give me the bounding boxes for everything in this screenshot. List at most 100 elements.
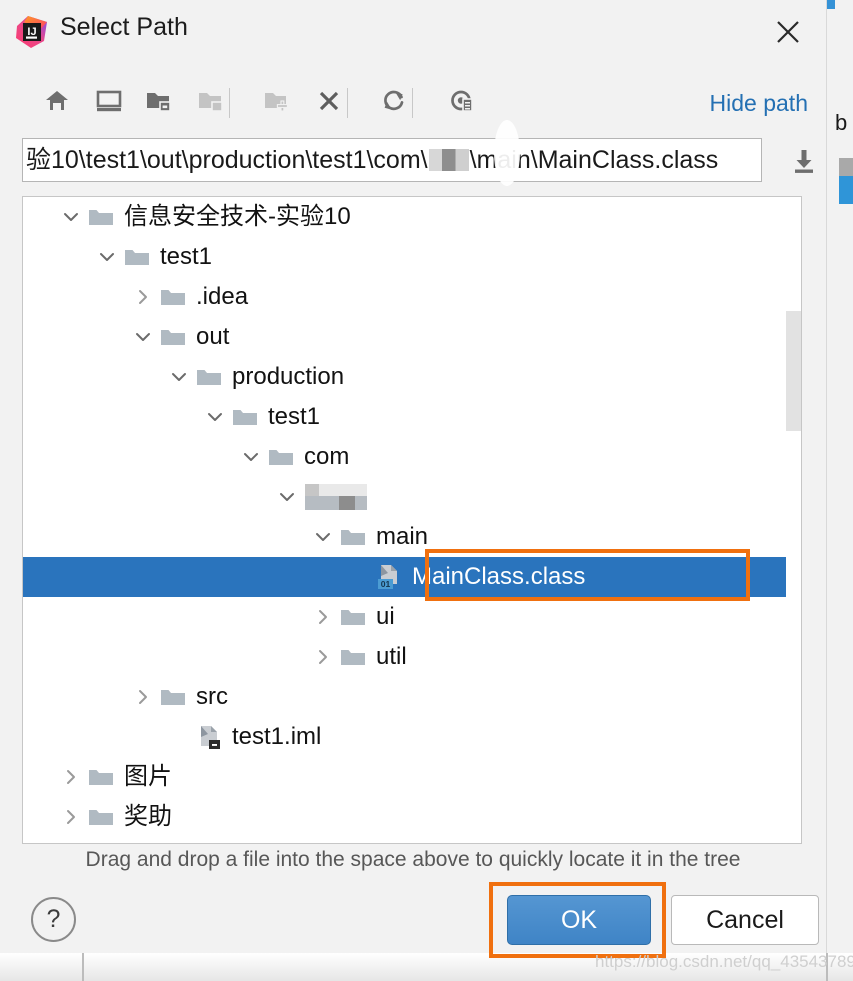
close-icon[interactable] [768,12,808,52]
file-chooser-toolbar: Hide path [0,74,826,134]
folder-add-icon [263,88,291,119]
tree-row[interactable]: 01 MainClass.class [23,557,801,597]
redacted-node [301,477,367,517]
tree-row-label: 奖助 [124,803,172,830]
background-accent-chip [827,0,835,9]
tree-scrollbar[interactable] [786,197,801,843]
folder-icon [157,277,189,317]
chevron-down-icon[interactable] [57,197,85,237]
tree-row-label: MainClass.class [412,563,586,590]
tree-row-label: test1.iml [232,723,322,750]
home-icon [44,88,70,119]
tree-scrollbar-thumb[interactable] [786,311,801,431]
tree-row[interactable] [23,837,801,843]
tree-row-label: main [376,523,429,550]
home-button[interactable] [34,80,80,126]
tree-row-container: 信息安全技术-实验10 test1 .idea out production test1 c… [23,197,801,843]
folder-icon [157,317,189,357]
tree-row-label: production [232,363,345,390]
ok-button[interactable]: OK [507,895,651,945]
tree-row-label: 图片 [124,763,172,790]
folder-icon [193,357,225,397]
new-folder-button [254,80,300,126]
chevron-down-icon[interactable] [273,477,301,517]
tree-row[interactable]: test1.iml [23,717,801,757]
tree-row-label: out [196,323,230,350]
tree-row[interactable]: main [23,517,801,557]
tree-row[interactable]: ui [23,597,801,637]
tree-row-label: util [376,643,407,670]
chevron-right-icon[interactable] [57,757,85,797]
tree-row-label: test1 [268,403,321,430]
chevron-down-icon[interactable] [93,237,121,277]
svg-text:IJ: IJ [27,26,36,38]
folder-icon [337,597,369,637]
tree-row[interactable]: production [23,357,801,397]
folder-icon [85,797,117,837]
close-x-icon [317,89,341,118]
background-editor-tab-label: b [835,110,848,135]
directory-tree[interactable]: 信息安全技术-实验10 test1 .idea out production test1 c… [22,196,802,844]
svg-text:01: 01 [381,579,391,589]
chevron-right-icon[interactable] [57,797,85,837]
folder-icon [157,677,189,717]
intellij-idea-logo-icon: IJ [14,14,50,50]
path-input-row: 验10\test1\out\production\test1\com\ \main… [0,136,826,190]
tree-row[interactable]: test1 [23,237,801,277]
tree-row[interactable] [23,477,801,517]
chevron-right-icon[interactable] [309,637,337,677]
redacted-folder-name [305,484,367,510]
chevron-down-icon[interactable] [201,397,229,437]
refresh-icon [381,88,407,119]
folder-icon [337,517,369,557]
desktop-button[interactable] [86,80,132,126]
background-ide-window: b [826,0,853,953]
folder-document-icon [145,88,173,119]
select-path-dialog: IJ Select Path Hide path 验10\test1\out\p… [0,0,826,958]
project-folder-button[interactable] [136,80,182,126]
tree-row[interactable]: 信息安全技术-实验10 [23,197,801,237]
chevron-down-icon[interactable] [309,517,337,557]
show-hidden-button[interactable] [438,80,484,126]
tree-row[interactable]: .idea [23,277,801,317]
chevron-right-icon[interactable] [309,597,337,637]
tree-row-label: test1 [160,243,213,270]
chevron-down-icon[interactable] [165,357,193,397]
help-button[interactable]: ? [31,897,76,942]
background-scrollbar-thumb [839,176,853,204]
drag-drop-hint: Drag and drop a file into the space abov… [85,848,741,871]
folder-icon [121,237,153,277]
tree-row[interactable]: util [23,637,801,677]
tree-row[interactable]: out [23,317,801,357]
cancel-button[interactable]: Cancel [671,895,819,945]
folder-icon [85,197,117,237]
tree-row[interactable]: test1 [23,397,801,437]
hide-path-link[interactable]: Hide path [710,90,808,117]
chevron-down-icon[interactable] [129,317,157,357]
chevron-right-icon[interactable] [129,277,157,317]
tree-row[interactable]: 奖助 [23,797,801,837]
delete-button[interactable] [306,80,352,126]
folder-icon [337,637,369,677]
refresh-button[interactable] [371,80,417,126]
path-input[interactable]: 验10\test1\out\production\test1\com\ \main… [22,138,762,182]
tree-row-label: .idea [196,283,249,310]
background-status-bar [0,953,853,981]
chevron-down-icon[interactable] [237,437,265,477]
tree-row-label: ui [376,603,395,630]
tree-row[interactable]: com [23,437,801,477]
tree-row[interactable]: src [23,677,801,717]
show-hidden-files-icon [447,88,475,119]
path-redacted-segment [428,149,469,171]
tree-row-label: com [304,443,350,470]
tree-row[interactable]: 图片 [23,757,801,797]
download-icon[interactable] [789,146,819,176]
folder-icon [85,837,117,843]
folder-icon [229,397,261,437]
chevron-right-icon[interactable] [129,677,157,717]
status-bar-divider [82,953,84,981]
tree-row-label: 信息安全技术-实验10 [124,203,351,230]
